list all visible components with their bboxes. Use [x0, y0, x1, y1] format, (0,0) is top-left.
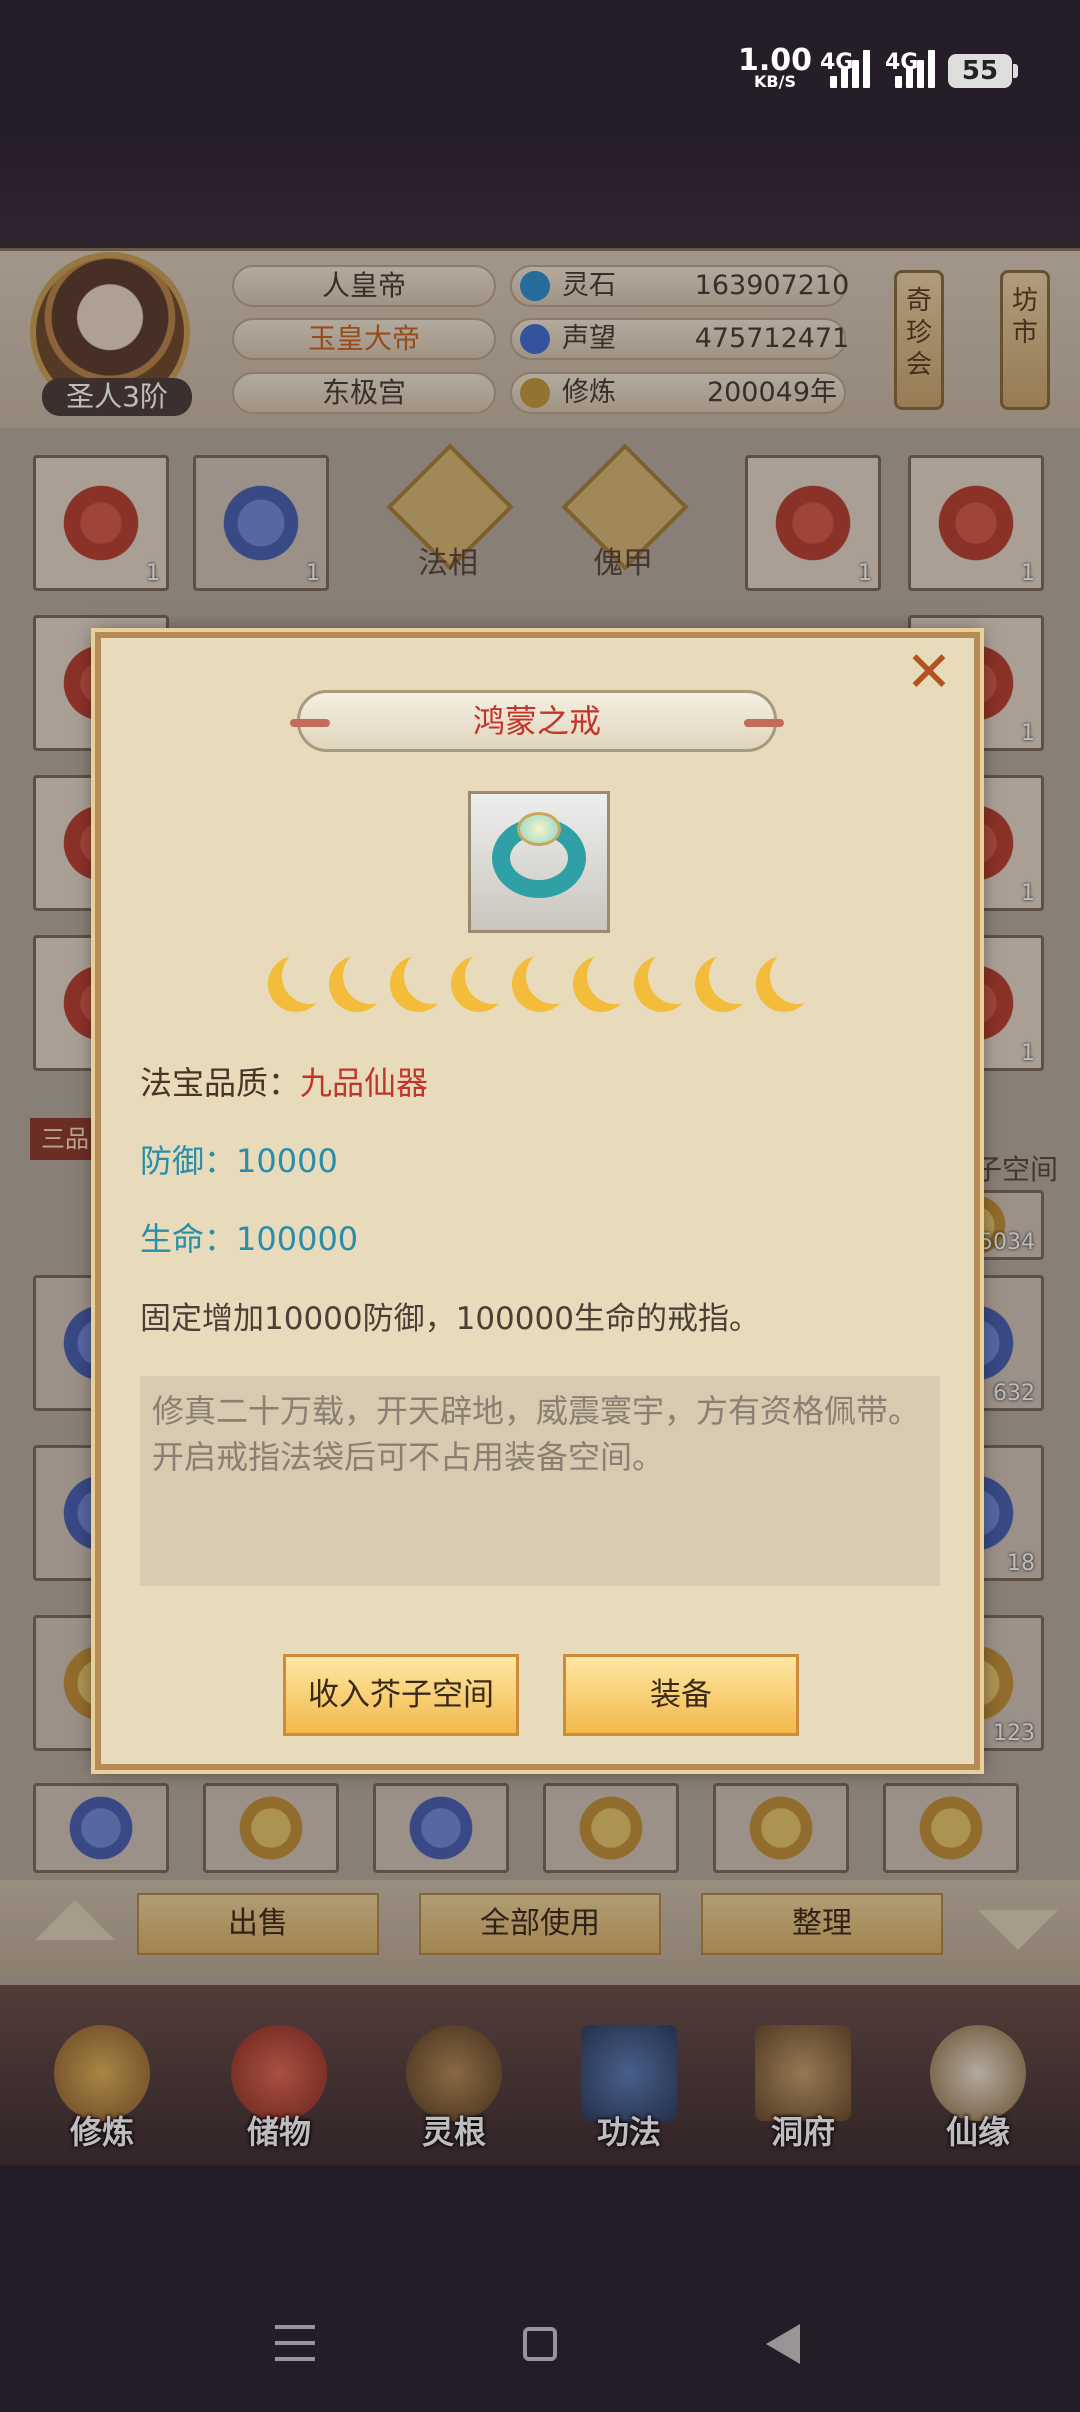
store-to-space-button[interactable]: 收入芥子空间 [283, 1654, 519, 1736]
effect-description: 固定增加10000防御，100000生命的戒指。 [140, 1301, 760, 1337]
defense-stat: 防御：10000 [140, 1142, 338, 1180]
dialog-title-banner: 鸿蒙之戒 [290, 690, 784, 752]
quality-label: 法宝品质： [140, 1064, 301, 1102]
crescent-star-icon [343, 948, 401, 1006]
crescent-star-icon [709, 948, 767, 1006]
crescent-star-icon [648, 948, 706, 1006]
crescent-star-icon [770, 948, 828, 1006]
battery-indicator: 55 [948, 54, 1018, 88]
crescent-star-icon [526, 948, 584, 1006]
lore-text: 修真二十万载，开天辟地，威震寰宇，方有资格佩带。开启戒指法袋后可不占用装备空间。 [152, 1392, 921, 1476]
signal-bars-icon-1 [830, 48, 872, 88]
quality-row: 法宝品质：九品仙器 [140, 1058, 428, 1104]
status-bar: 1.00 KB/S 4G 4G 55 [0, 0, 1080, 140]
quality-value: 九品仙器 [300, 1064, 429, 1102]
crescent-star-icon [465, 948, 523, 1006]
menu-icon[interactable] [275, 2325, 315, 2361]
network-speed: 1.00 KB/S [738, 46, 812, 90]
close-icon[interactable]: ✕ [904, 645, 954, 701]
lore-box: 修真二十万载，开天辟地，威震寰宇，方有资格佩带。开启戒指法袋后可不占用装备空间。 [140, 1376, 940, 1586]
life-stat: 生命：100000 [140, 1220, 359, 1258]
signal-bars-icon-2 [895, 48, 937, 88]
crescent-star-icon [282, 948, 340, 1006]
crescent-star-icon [404, 948, 462, 1006]
crescent-star-icon [587, 948, 645, 1006]
back-icon[interactable] [766, 2324, 800, 2364]
item-name: 鸿蒙之戒 [472, 702, 601, 740]
system-navigation-bar [0, 2165, 1080, 2412]
home-icon[interactable] [523, 2327, 557, 2361]
ring-gem [517, 812, 561, 846]
equip-button[interactable]: 装备 [563, 1654, 799, 1736]
